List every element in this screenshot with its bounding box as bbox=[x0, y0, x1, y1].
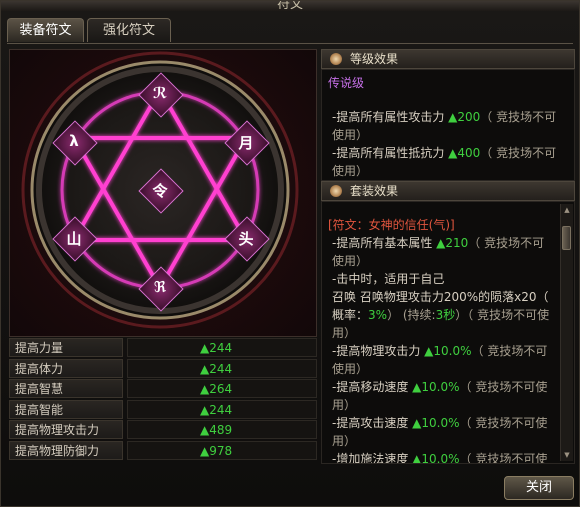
grade-effect-body: 传说级 -提高所有属性攻击力 ▲200（ 竞技场不可使用） -提高所有属性抵抗力… bbox=[321, 69, 575, 181]
effect-value: ▲210 bbox=[436, 236, 469, 250]
effect-value: 3% bbox=[368, 308, 388, 322]
orb-icon bbox=[330, 53, 342, 65]
set-effect-title: 套装效果 bbox=[350, 184, 399, 198]
rune-slot-lower-left[interactable]: 山 bbox=[52, 216, 98, 262]
rune-lower-right-icon: 头 bbox=[238, 230, 254, 248]
stat-value: ▲244 bbox=[127, 399, 317, 419]
scroll-down-arrow-icon[interactable]: ▼ bbox=[562, 451, 572, 459]
stat-label: 提高物理防御力 bbox=[9, 440, 123, 460]
effect-value: ▲200 bbox=[448, 110, 481, 124]
window-title: 符文 bbox=[276, 1, 303, 11]
title-bar[interactable]: 符文 bbox=[1, 1, 579, 11]
stat-row: 提高物理攻击力 ▲489 bbox=[9, 420, 317, 440]
effect-text: -提高攻击速度 bbox=[332, 416, 413, 430]
tab-equip-runes[interactable]: 装备符文 bbox=[7, 18, 84, 42]
set-effect-line: -提高攻击速度 ▲10.0%（ 竞技场不可使用） bbox=[328, 414, 556, 450]
effect-text: -提高所有基本属性 bbox=[332, 236, 437, 250]
set-effect-body[interactable]: [符文：女神的信任(气)] -提高所有基本属性 ▲210（ 竞技场不可使用） -… bbox=[321, 201, 575, 464]
effect-text: -提高移动速度 bbox=[332, 380, 413, 394]
stat-label: 提高智能 bbox=[9, 399, 123, 419]
stat-value: ▲264 bbox=[127, 379, 317, 398]
rune-slot-top[interactable]: ℛ bbox=[138, 72, 184, 118]
rune-upper-left-icon: λ bbox=[69, 132, 79, 150]
set-name: [符文：女神的信任(气)] bbox=[328, 218, 455, 232]
stat-label: 提高力量 bbox=[9, 338, 123, 357]
grade-effect-line: -提高所有属性抵抗力 ▲400（ 竞技场不可使用） bbox=[328, 144, 568, 180]
set-effect-line: 召唤 召唤物理攻击力200%的陨落x20（ 概率：3%） (持续:3秒）（ 竞技… bbox=[328, 288, 556, 342]
set-effect-line: -提高移动速度 ▲10.0%（ 竞技场不可使用） bbox=[328, 378, 556, 414]
effect-text: -提高所有属性抵抗力 bbox=[332, 146, 449, 160]
set-effect-line: -击中时，适用于自己 bbox=[328, 270, 556, 288]
rune-hexagram-panel: ℛ λ 月 令 山 头 ℜ bbox=[9, 49, 317, 337]
close-button[interactable]: 关闭 bbox=[504, 476, 574, 500]
grade-effect-line: -提高所有属性攻击力 ▲200（ 竞技场不可使用） bbox=[328, 108, 568, 144]
grade-effect-header: 等级效果 bbox=[321, 49, 575, 69]
tab-divider bbox=[7, 43, 573, 44]
rune-top-icon: ℛ bbox=[152, 84, 168, 102]
effect-text: -击中时，适用于自己 bbox=[332, 272, 445, 286]
set-effect-header: 套装效果 bbox=[321, 181, 575, 201]
stat-row: 提高力量 ▲244 bbox=[9, 338, 317, 358]
stat-label: 提高体力 bbox=[9, 358, 123, 378]
tab-enhance-runes[interactable]: 强化符文 bbox=[87, 18, 171, 42]
effect-value: ▲10.0% bbox=[412, 380, 460, 394]
stat-list: 提高力量 ▲244 提高体力 ▲244 提高智慧 ▲264 提高智能 ▲244 … bbox=[9, 338, 317, 461]
rune-bottom-icon: ℜ bbox=[153, 278, 167, 296]
stat-value: ▲244 bbox=[127, 358, 317, 378]
stat-label: 提高物理攻击力 bbox=[9, 420, 123, 439]
rune-center-icon: 令 bbox=[152, 182, 168, 200]
rune-slot-center[interactable]: 令 bbox=[138, 168, 184, 214]
scroll-thumb[interactable] bbox=[562, 226, 571, 250]
stat-value: ▲489 bbox=[127, 420, 317, 439]
scroll-up-arrow-icon[interactable]: ▲ bbox=[562, 206, 572, 214]
stat-row: 提高智慧 ▲264 bbox=[9, 379, 317, 399]
set-effect-line: -增加施法速度 ▲10.0%（ 竞技场不可使用） bbox=[328, 450, 556, 464]
rune-slot-lower-right[interactable]: 头 bbox=[224, 216, 270, 262]
grade-effect-title: 等级效果 bbox=[350, 52, 399, 66]
effect-value: ▲10.0% bbox=[424, 344, 472, 358]
effect-text: -增加施法速度 bbox=[332, 452, 413, 464]
set-effect-line: -提高物理攻击力 ▲10.0%（ 竞技场不可使用） bbox=[328, 342, 556, 378]
rune-lower-left-icon: 山 bbox=[66, 230, 82, 248]
stat-value: ▲978 bbox=[127, 440, 317, 460]
effect-value: ▲400 bbox=[448, 146, 481, 160]
effects-panel: 等级效果 传说级 -提高所有属性攻击力 ▲200（ 竞技场不可使用） -提高所有… bbox=[321, 49, 575, 464]
stat-value: ▲244 bbox=[127, 338, 317, 357]
stat-label: 提高智慧 bbox=[9, 379, 123, 398]
effect-value: ▲10.0% bbox=[412, 416, 460, 430]
rune-slot-upper-right[interactable]: 月 bbox=[224, 120, 270, 166]
orb-icon bbox=[330, 185, 342, 197]
rune-upper-right-icon: 月 bbox=[238, 134, 254, 152]
stat-row: 提高体力 ▲244 bbox=[9, 358, 317, 379]
effect-text: -提高物理攻击力 bbox=[332, 344, 425, 358]
stat-row: 提高智能 ▲244 bbox=[9, 399, 317, 420]
grade-label: 传说级 bbox=[328, 76, 365, 90]
effect-value: ▲10.0% bbox=[412, 452, 460, 464]
set-effect-scrollbar[interactable]: ▲ ▼ bbox=[560, 204, 573, 461]
effect-text: -提高所有属性攻击力 bbox=[332, 110, 449, 124]
rune-window: 符文 装备符文 强化符文 ℛ λ 月 令 山 头 ℜ 提高力量 ▲244 提高体… bbox=[0, 0, 580, 507]
effect-value: 3秒 bbox=[435, 308, 456, 322]
rune-slot-bottom[interactable]: ℜ bbox=[138, 266, 184, 312]
effect-note: ） (持续: bbox=[387, 308, 436, 322]
set-effect-line: -提高所有基本属性 ▲210（ 竞技场不可使用） bbox=[328, 234, 556, 270]
stat-row: 提高物理防御力 ▲978 bbox=[9, 440, 317, 461]
rune-slot-upper-left[interactable]: λ bbox=[52, 120, 98, 166]
